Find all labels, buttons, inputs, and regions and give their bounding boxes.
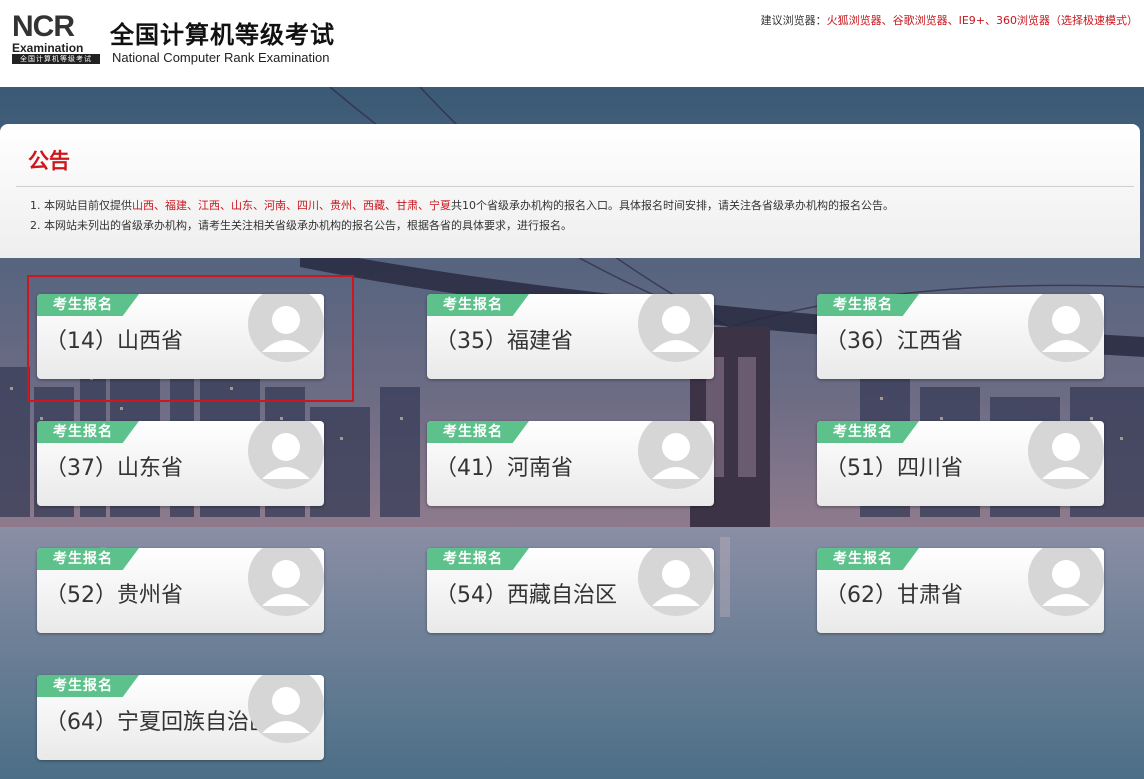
logo-ncr-text: NCR [12,10,75,43]
province-card-xizang[interactable]: 考生报名 （54）西藏自治区 [427,548,714,633]
province-label: （64）宁夏回族自治区 [45,710,271,735]
user-avatar-icon [638,421,714,506]
province-label: （51）四川省 [825,456,963,481]
notice-line-1-prefix: 1. 本网站目前仅提供 [30,199,132,212]
browser-tip-browsers: 火狐浏览器、谷歌浏览器、IE9+、360浏览器（选择极速模式） [826,14,1138,27]
province-label: （41）河南省 [435,456,573,481]
province-card-guizhou[interactable]: 考生报名 （52）贵州省 [37,548,324,633]
notice-line-1-provinces: 山西、福建、江西、山东、河南、四川、贵州、西藏、甘肃、宁夏 [132,199,451,212]
user-avatar-icon [1028,294,1104,379]
register-tag: 考生报名 [37,675,139,697]
province-card-gansu[interactable]: 考生报名 （62）甘肃省 [817,548,1104,633]
notice-line-1: 1. 本网站目前仅提供山西、福建、江西、山东、河南、四川、贵州、西藏、甘肃、宁夏… [30,198,894,214]
province-label: （54）西藏自治区 [435,583,617,608]
notice-divider [16,186,1134,187]
register-tag: 考生报名 [427,294,529,316]
user-avatar-icon [248,675,324,760]
register-tag: 考生报名 [817,548,919,570]
user-avatar-icon [248,421,324,506]
province-label: （14）山西省 [45,329,183,354]
province-label: （37）山东省 [45,456,183,481]
province-label: （36）江西省 [825,329,963,354]
province-card-sichuan[interactable]: 考生报名 （51）四川省 [817,421,1104,506]
province-card-ningxia[interactable]: 考生报名 （64）宁夏回族自治区 [37,675,324,760]
logo-exam-text: Examination [12,41,84,55]
logo-sub-text: 全国计算机等级考试 [12,54,100,64]
register-tag: 考生报名 [817,421,919,443]
province-card-henan[interactable]: 考生报名 （41）河南省 [427,421,714,506]
ncre-logo[interactable]: NCR Examination 全国计算机等级考试 [12,12,102,64]
user-avatar-icon [1028,421,1104,506]
site-title: 全国计算机等级考试 [110,21,335,49]
register-tag: 考生报名 [37,548,139,570]
user-avatar-icon [248,294,324,379]
province-card-shanxi[interactable]: 考生报名 （14）山西省 [37,294,324,379]
browser-tip-prefix: 建议浏览器： [760,14,827,27]
site-subtitle: National Computer Rank Examination [112,50,330,65]
user-avatar-icon [638,548,714,633]
notice-title: 公告 [28,149,70,173]
notice-panel: 公告 [0,124,1140,258]
province-card-shandong[interactable]: 考生报名 （37）山东省 [37,421,324,506]
user-avatar-icon [248,548,324,633]
notice-line-2: 2. 本网站未列出的省级承办机构，请考生关注相关省级承办机构的报名公告，根据各省… [30,219,572,232]
province-label: （35）福建省 [435,329,573,354]
province-label: （62）甘肃省 [825,583,963,608]
browser-recommendation: 建议浏览器：火狐浏览器、谷歌浏览器、IE9+、360浏览器（选择极速模式） [761,14,1138,28]
user-avatar-icon [638,294,714,379]
register-tag: 考生报名 [427,548,529,570]
province-label: （52）贵州省 [45,583,183,608]
province-card-jiangxi[interactable]: 考生报名 （36）江西省 [817,294,1104,379]
register-tag: 考生报名 [817,294,919,316]
notice-line-1-suffix: 共10个省级承办机构的报名入口。具体报名时间安排，请关注各省级承办机构的报名公告… [451,199,894,212]
register-tag: 考生报名 [37,294,139,316]
register-tag: 考生报名 [427,421,529,443]
register-tag: 考生报名 [37,421,139,443]
province-card-fujian[interactable]: 考生报名 （35）福建省 [427,294,714,379]
site-header: NCR Examination 全国计算机等级考试 全国计算机等级考试 Nati… [0,0,1144,87]
user-avatar-icon [1028,548,1104,633]
